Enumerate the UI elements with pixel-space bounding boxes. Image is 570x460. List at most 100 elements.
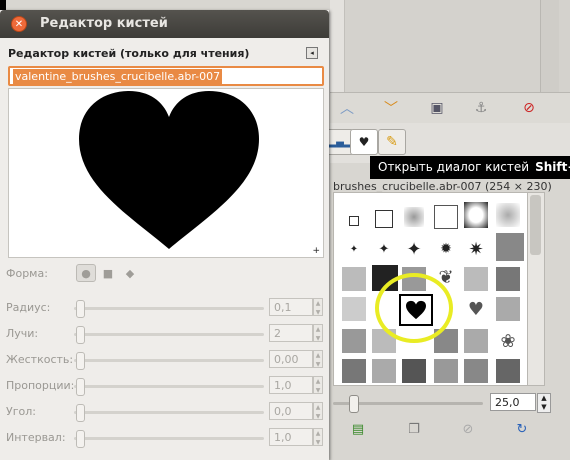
selected-brush-heart[interactable]: [399, 294, 433, 326]
chevron-down-icon[interactable]: ﹀: [382, 99, 400, 117]
brush-cell[interactable]: [342, 359, 366, 383]
brush-preview: +: [8, 88, 324, 258]
radius-spinner[interactable]: ▲ ▼: [313, 298, 323, 316]
radius-input[interactable]: 0,1: [269, 298, 313, 316]
brush-cell[interactable]: [342, 267, 366, 291]
shape-row: Форма: ● ■ ◆: [6, 263, 326, 285]
radius-row: Радиус: 0,1 ▲ ▼: [6, 297, 326, 319]
brush-cell[interactable]: [342, 209, 366, 233]
brush-cell[interactable]: [464, 202, 488, 228]
brush-cell[interactable]: ✦: [342, 237, 366, 261]
aspect-ratio-slider-track[interactable]: [74, 385, 264, 388]
radius-slider-track[interactable]: [74, 307, 264, 310]
circle-icon: ●: [81, 266, 91, 280]
new-brush-icon[interactable]: ▤: [349, 420, 367, 438]
spikes-row: Лучи: 2 ▲ ▼: [6, 323, 326, 345]
spikes-spinner[interactable]: ▲ ▼: [313, 324, 323, 342]
brush-cell[interactable]: ✦: [402, 237, 426, 261]
heart-icon: [406, 300, 426, 320]
brush-cell[interactable]: [496, 297, 520, 321]
aspect-ratio-input[interactable]: 1,0: [269, 376, 313, 394]
tab-brushes[interactable]: ♥: [350, 129, 378, 155]
angle-input[interactable]: 0,0: [269, 402, 313, 420]
chevron-up-icon[interactable]: ︿: [338, 99, 356, 117]
angle-label: Угол:: [6, 405, 36, 418]
brush-cell[interactable]: [496, 233, 524, 261]
close-icon: ✕: [14, 18, 24, 30]
spacing-slider-handle[interactable]: [349, 395, 359, 413]
tooltip-shortcut: Shift+C: [535, 160, 570, 174]
duplicate-brush-icon[interactable]: ❐: [405, 420, 423, 438]
brush-cell[interactable]: [434, 205, 458, 229]
panel-title: Редактор кистей (только для чтения): [8, 47, 250, 60]
tab-patterns[interactable]: ✎: [378, 129, 406, 155]
hardness-slider-handle[interactable]: [76, 352, 85, 370]
angle-spinner[interactable]: ▲ ▼: [313, 402, 323, 420]
brush-cell[interactable]: ✹: [434, 237, 458, 261]
brush-grid-scrollbar[interactable]: [527, 192, 545, 386]
brush-cell[interactable]: [372, 359, 396, 383]
aspect-ratio-spinner[interactable]: ▲ ▼: [313, 376, 323, 394]
brushes-bottom-bar: ▤ ❐ ⊘ ↻: [333, 416, 553, 442]
brush-cell[interactable]: [402, 359, 426, 383]
dialog-title: Редактор кистей: [40, 16, 168, 31]
spikes-input[interactable]: 2: [269, 324, 313, 342]
hardness-row: Жесткость: 0,00 ▲ ▼: [6, 349, 326, 371]
histogram-icon: ▂▄▂: [328, 136, 352, 148]
aspect-ratio-label: Пропорции:: [6, 379, 75, 392]
angle-slider-handle[interactable]: [76, 404, 85, 422]
hardness-spinner[interactable]: ▲ ▼: [313, 350, 323, 368]
spacing-input[interactable]: 25,0: [490, 393, 536, 411]
shape-square-button[interactable]: ■: [98, 264, 118, 282]
brush-cell[interactable]: [342, 297, 366, 321]
scrollbar-thumb[interactable]: [530, 195, 541, 255]
panel-menu-button[interactable]: ◂: [306, 47, 318, 59]
brush-cell[interactable]: ✦: [372, 237, 396, 261]
hardness-input[interactable]: 0,00: [269, 350, 313, 368]
brush-name-text: valentine_brushes_crucibelle.abr-007: [13, 69, 223, 84]
spikes-slider-track[interactable]: [74, 333, 264, 336]
spacing-input[interactable]: 1,0: [269, 428, 313, 446]
paint-icon: ✎: [386, 134, 398, 150]
spacing-spinner[interactable]: ▲ ▼: [313, 428, 323, 446]
brush-cell[interactable]: ❀: [496, 329, 520, 353]
hardness-label: Жесткость:: [6, 353, 74, 366]
spacing-slider-handle[interactable]: [76, 430, 85, 448]
dialog-titlebar[interactable]: ✕ Редактор кистей: [0, 10, 329, 38]
brush-cell[interactable]: [464, 329, 488, 353]
brush-cell[interactable]: [496, 359, 520, 383]
angle-row: Угол: 0,0 ▲ ▼: [6, 401, 326, 423]
menu-arrow-icon: ◂: [310, 49, 314, 57]
refresh-icon[interactable]: ↻: [513, 420, 531, 438]
tooltip: Открыть диалог кистей Shift+C: [370, 156, 570, 179]
brush-cell[interactable]: ♥: [464, 297, 488, 321]
brush-cell[interactable]: [434, 359, 458, 383]
delete-brush-icon[interactable]: ⊘: [459, 420, 477, 438]
brush-name-field[interactable]: valentine_brushes_crucibelle.abr-007: [8, 66, 324, 86]
brush-cell[interactable]: [496, 267, 520, 291]
spacing-spinner[interactable]: ▲ ▼: [537, 393, 551, 413]
hardness-slider-track[interactable]: [74, 359, 264, 362]
spacing-slider-track[interactable]: [74, 437, 264, 440]
canvas-ruler: [330, 0, 345, 92]
dock-scrollbar[interactable]: [540, 0, 559, 92]
brush-cell[interactable]: [342, 329, 366, 353]
tooltip-text: Открыть диалог кистей: [378, 160, 530, 174]
brush-cell[interactable]: [464, 359, 488, 383]
brush-cell[interactable]: [464, 267, 488, 291]
delete-icon[interactable]: ⊘: [520, 99, 538, 117]
spacing-label: Интервал:: [6, 431, 66, 444]
duplicate-icon[interactable]: ▣: [428, 99, 446, 117]
shape-circle-button[interactable]: ●: [76, 264, 96, 282]
radius-slider-handle[interactable]: [76, 300, 85, 318]
anchor-icon[interactable]: ⚓: [472, 99, 490, 117]
close-button[interactable]: ✕: [11, 16, 27, 32]
brush-cell[interactable]: [372, 207, 396, 231]
brush-cell[interactable]: [496, 203, 520, 227]
angle-slider-track[interactable]: [74, 411, 264, 414]
brush-cell[interactable]: [402, 205, 426, 229]
aspect-ratio-slider-handle[interactable]: [76, 378, 85, 396]
shape-diamond-button[interactable]: ◆: [120, 264, 140, 282]
brush-cell[interactable]: ✷: [464, 237, 488, 261]
spikes-slider-handle[interactable]: [76, 326, 85, 344]
